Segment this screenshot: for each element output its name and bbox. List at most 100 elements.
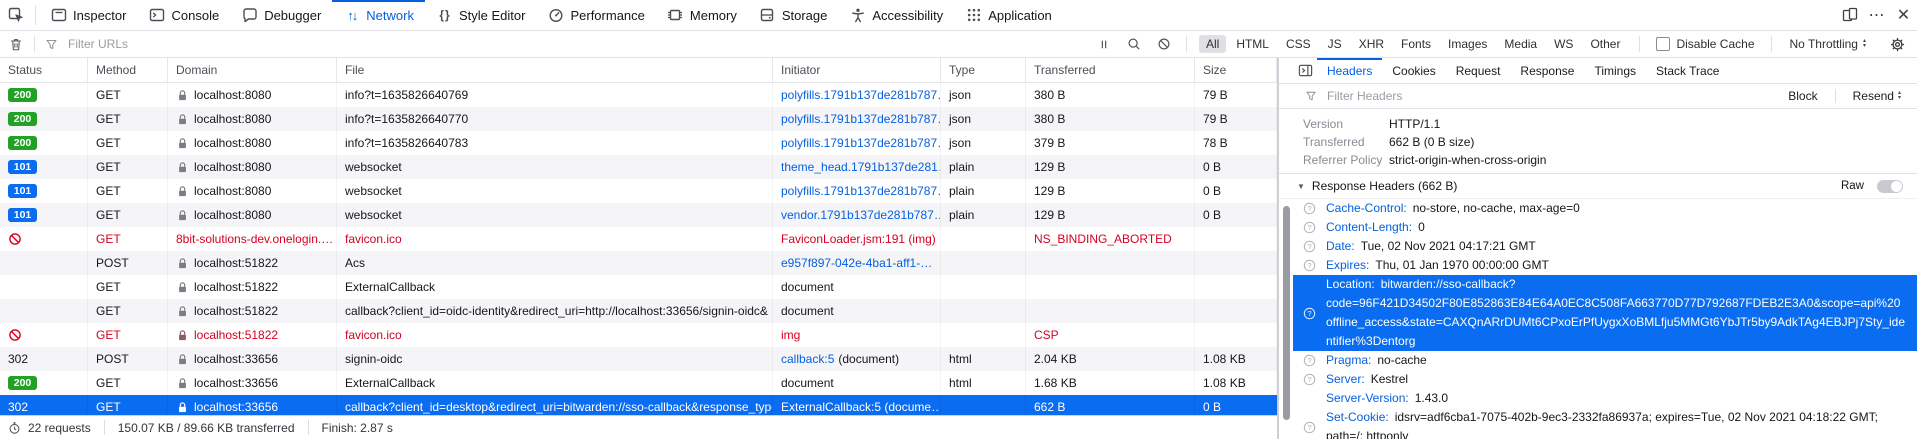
summary-row: VersionHTTP/1.1 (1303, 115, 1917, 133)
column-header-transferred[interactable]: Transferred (1026, 58, 1195, 82)
file-text: info?t=1635826640769 (345, 88, 468, 102)
request-row[interactable]: 200GETlocalhost:8080info?t=1635826640770… (0, 107, 1277, 131)
raw-toggle[interactable] (1877, 180, 1903, 193)
column-header-method[interactable]: Method (88, 58, 168, 82)
type-filter-html[interactable]: HTML (1229, 35, 1276, 53)
type-filter-xhr[interactable]: XHR (1352, 35, 1391, 53)
cell-method: GET (88, 131, 168, 155)
filter-headers-input[interactable] (1325, 88, 1774, 104)
status-badge: 101 (8, 160, 37, 174)
cell-domain: localhost:8080 (168, 203, 337, 227)
column-header-size[interactable]: Size (1195, 58, 1277, 82)
devtools-tab-performance[interactable]: Performance (536, 0, 655, 30)
throttling-select[interactable]: No Throttling ▴▾ (1790, 37, 1867, 51)
filter-urls-input[interactable] (66, 36, 1089, 52)
cell-type (941, 299, 1026, 323)
network-settings-button[interactable] (1887, 34, 1907, 54)
request-row[interactable]: GET8bit-solutions-dev.onelogin.…favicon.… (0, 227, 1277, 251)
devtools-tab-debugger[interactable]: Debugger (230, 0, 332, 30)
details-scrollbar-thumb[interactable] (1283, 206, 1290, 420)
block-button[interactable]: Block (1780, 89, 1825, 103)
close-devtools-button[interactable]: ✕ (1890, 0, 1917, 30)
request-row[interactable]: GETlocalhost:51822ExternalCallbackdocume… (0, 275, 1277, 299)
request-row[interactable]: 302GETlocalhost:33656callback?client_id=… (0, 395, 1277, 415)
cell-status: 302 (0, 347, 88, 371)
details-tab-response[interactable]: Response (1510, 58, 1584, 83)
cell-method: GET (88, 155, 168, 179)
type-filter-images[interactable]: Images (1441, 35, 1494, 53)
details-tab-stack-trace[interactable]: Stack Trace (1646, 58, 1729, 83)
request-row[interactable]: 101GETlocalhost:8080websocketpolyfills.1… (0, 179, 1277, 203)
response-header-row[interactable]: ?Content-Length:0 (1293, 218, 1917, 237)
response-header-row[interactable]: ?Server:Kestrel (1293, 370, 1917, 389)
type-filter-fonts[interactable]: Fonts (1394, 35, 1438, 53)
devtools-tab-console[interactable]: Console (137, 0, 230, 30)
details-tab-cookies[interactable]: Cookies (1382, 58, 1445, 83)
column-header-status[interactable]: Status (0, 58, 88, 82)
details-tab-headers[interactable]: Headers (1317, 58, 1382, 83)
request-row[interactable]: 200GETlocalhost:33656ExternalCallbackdoc… (0, 371, 1277, 395)
details-tab-request[interactable]: Request (1446, 58, 1511, 83)
devtools-tab-storage[interactable]: Storage (748, 0, 839, 30)
response-header-row[interactable]: ?Pragma:no-cache (1293, 351, 1917, 370)
response-header-row[interactable]: ?Set-Cookie:idsrv=adf6cba1-7075-402b-9ec… (1293, 408, 1917, 439)
column-header-initiator[interactable]: Initiator (773, 58, 941, 82)
type-filter-css[interactable]: CSS (1279, 35, 1318, 53)
cell-size: 0 B (1195, 395, 1277, 415)
cell-size: 79 B (1195, 107, 1277, 131)
cell-method: GET (88, 203, 168, 227)
response-header-row[interactable]: ?Expires:Thu, 01 Jan 1970 00:00:00 GMT (1293, 256, 1917, 275)
request-row[interactable]: GETlocalhost:51822callback?client_id=oid… (0, 299, 1277, 323)
devtools-tab-memory[interactable]: Memory (656, 0, 748, 30)
column-header-domain[interactable]: Domain (168, 58, 337, 82)
devtools-tab-inspector[interactable]: Inspector (39, 0, 137, 30)
response-header-row[interactable]: ?Date:Tue, 02 Nov 2021 04:17:21 GMT (1293, 237, 1917, 256)
type-filter-js[interactable]: JS (1321, 35, 1349, 53)
method-text: GET (96, 232, 121, 246)
devtools-tab-application[interactable]: Application (954, 0, 1063, 30)
disable-cache-checkbox[interactable] (1656, 37, 1670, 51)
details-tab-timings[interactable]: Timings (1584, 58, 1646, 83)
transferred-text: 129 B (1034, 184, 1065, 198)
pause-traffic-button[interactable] (1094, 34, 1114, 54)
collapse-pane-icon[interactable] (1293, 58, 1317, 83)
devtools-tab-network[interactable]: ↑↓Network (332, 0, 425, 30)
request-blocking-button[interactable] (1154, 34, 1174, 54)
responsive-design-mode-button[interactable] (1836, 0, 1863, 30)
method-text: GET (96, 88, 121, 102)
lock-icon (176, 137, 189, 150)
devtools-tab-style-editor[interactable]: { }Style Editor (425, 0, 536, 30)
request-row[interactable]: 101GETlocalhost:8080websockettheme_head.… (0, 155, 1277, 179)
size-text: 0 B (1203, 184, 1221, 198)
clear-requests-button[interactable] (6, 34, 26, 54)
svg-text:?: ? (1307, 261, 1311, 270)
search-button[interactable] (1124, 34, 1144, 54)
svg-text:?: ? (1307, 204, 1311, 213)
type-text: json (949, 136, 971, 150)
domain-text: localhost:33656 (194, 400, 278, 414)
header-text: Date:Tue, 02 Nov 2021 04:17:21 GMT (1326, 237, 1907, 256)
type-filter-media[interactable]: Media (1497, 35, 1544, 53)
request-row[interactable]: 302POSTlocalhost:33656signin-oidccallbac… (0, 347, 1277, 371)
column-header-file[interactable]: File (337, 58, 773, 82)
cell-status: 200 (0, 107, 88, 131)
type-filter-other[interactable]: Other (1583, 35, 1627, 53)
response-header-row[interactable]: Server-Version:1.43.0 (1293, 389, 1917, 408)
request-row[interactable]: 200GETlocalhost:8080info?t=1635826640783… (0, 131, 1277, 155)
request-row[interactable]: 101GETlocalhost:8080websocketvendor.1791… (0, 203, 1277, 227)
devtools-tab-accessibility[interactable]: Accessibility (838, 0, 954, 30)
response-headers-section-header[interactable]: ▼ Response Headers (662 B) Raw (1279, 174, 1917, 199)
request-row[interactable]: POSTlocalhost:51822Acse957f897-042e-4ba1… (0, 251, 1277, 275)
domain-text: localhost:8080 (194, 184, 271, 198)
response-header-row[interactable]: ?Location:bitwarden://sso-callback?code=… (1293, 275, 1917, 351)
more-options-button[interactable]: ⋯ (1863, 0, 1890, 30)
response-header-row[interactable]: ?Cache-Control:no-store, no-cache, max-a… (1293, 199, 1917, 218)
request-row[interactable]: 200GETlocalhost:8080info?t=1635826640769… (0, 83, 1277, 107)
column-header-type[interactable]: Type (941, 58, 1026, 82)
pick-element-button[interactable] (0, 0, 32, 30)
request-row[interactable]: GETlocalhost:51822favicon.icoimgCSP (0, 323, 1277, 347)
type-filter-ws[interactable]: WS (1547, 35, 1580, 53)
resend-button[interactable]: Resend ▴▾ (1845, 89, 1909, 103)
cell-status (0, 227, 88, 251)
type-filter-all[interactable]: All (1199, 35, 1226, 53)
